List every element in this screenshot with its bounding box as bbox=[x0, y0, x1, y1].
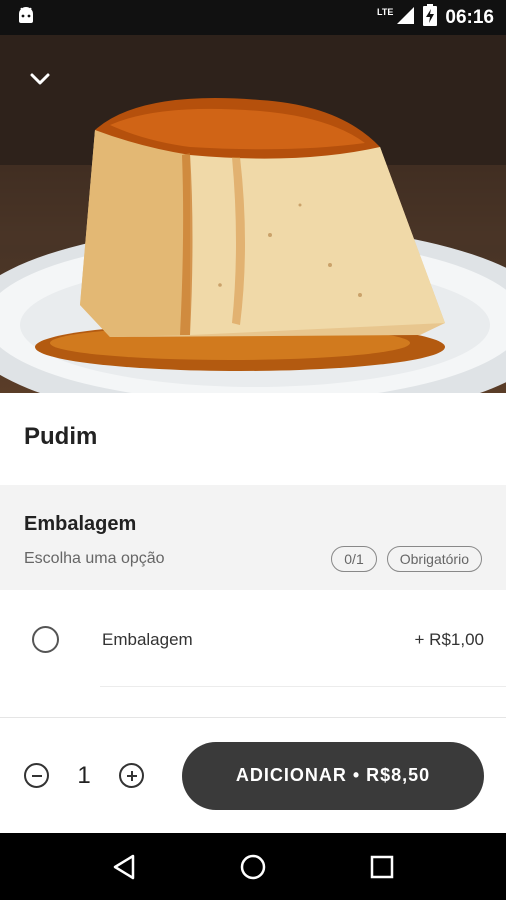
option-label: Embalagem bbox=[102, 629, 193, 649]
divider bbox=[100, 686, 506, 687]
increase-quantity-button[interactable] bbox=[119, 763, 144, 788]
product-image bbox=[0, 35, 506, 393]
home-icon[interactable] bbox=[233, 847, 273, 887]
add-to-cart-button[interactable]: ADICIONAR • R$8,50 bbox=[182, 741, 484, 810]
recents-icon[interactable] bbox=[362, 847, 402, 887]
product-title: Pudim bbox=[24, 423, 98, 450]
chevron-down-icon[interactable] bbox=[28, 67, 52, 91]
quantity-value: 1 bbox=[77, 761, 91, 789]
option-group-subtitle: Escolha uma opção bbox=[24, 550, 165, 567]
status-bar: LTE 06:16 bbox=[0, 0, 506, 35]
back-icon[interactable] bbox=[104, 847, 144, 887]
option-price: + R$1,00 bbox=[414, 629, 484, 649]
android-debug-icon bbox=[16, 5, 36, 30]
network-type-label: LTE bbox=[377, 6, 394, 17]
add-to-cart-bar: 1 ADICIONAR • R$8,50 bbox=[0, 717, 506, 833]
status-time: 06:16 bbox=[445, 6, 494, 28]
selection-count-badge: 0/1 bbox=[331, 546, 377, 572]
option-row[interactable]: Embalagem + R$1,00 bbox=[0, 591, 506, 688]
option-group-title: Embalagem bbox=[24, 513, 137, 535]
radio-button[interactable] bbox=[32, 626, 59, 653]
option-group-header: Embalagem Escolha uma opção 0/1 Obrigató… bbox=[0, 485, 506, 590]
system-nav-bar bbox=[0, 833, 506, 900]
product-title-section: Pudim bbox=[0, 393, 506, 485]
required-badge: Obrigatório bbox=[386, 546, 482, 572]
signal-icon bbox=[395, 5, 415, 31]
battery-charging-icon bbox=[423, 3, 438, 32]
decrease-quantity-button[interactable] bbox=[24, 763, 49, 788]
